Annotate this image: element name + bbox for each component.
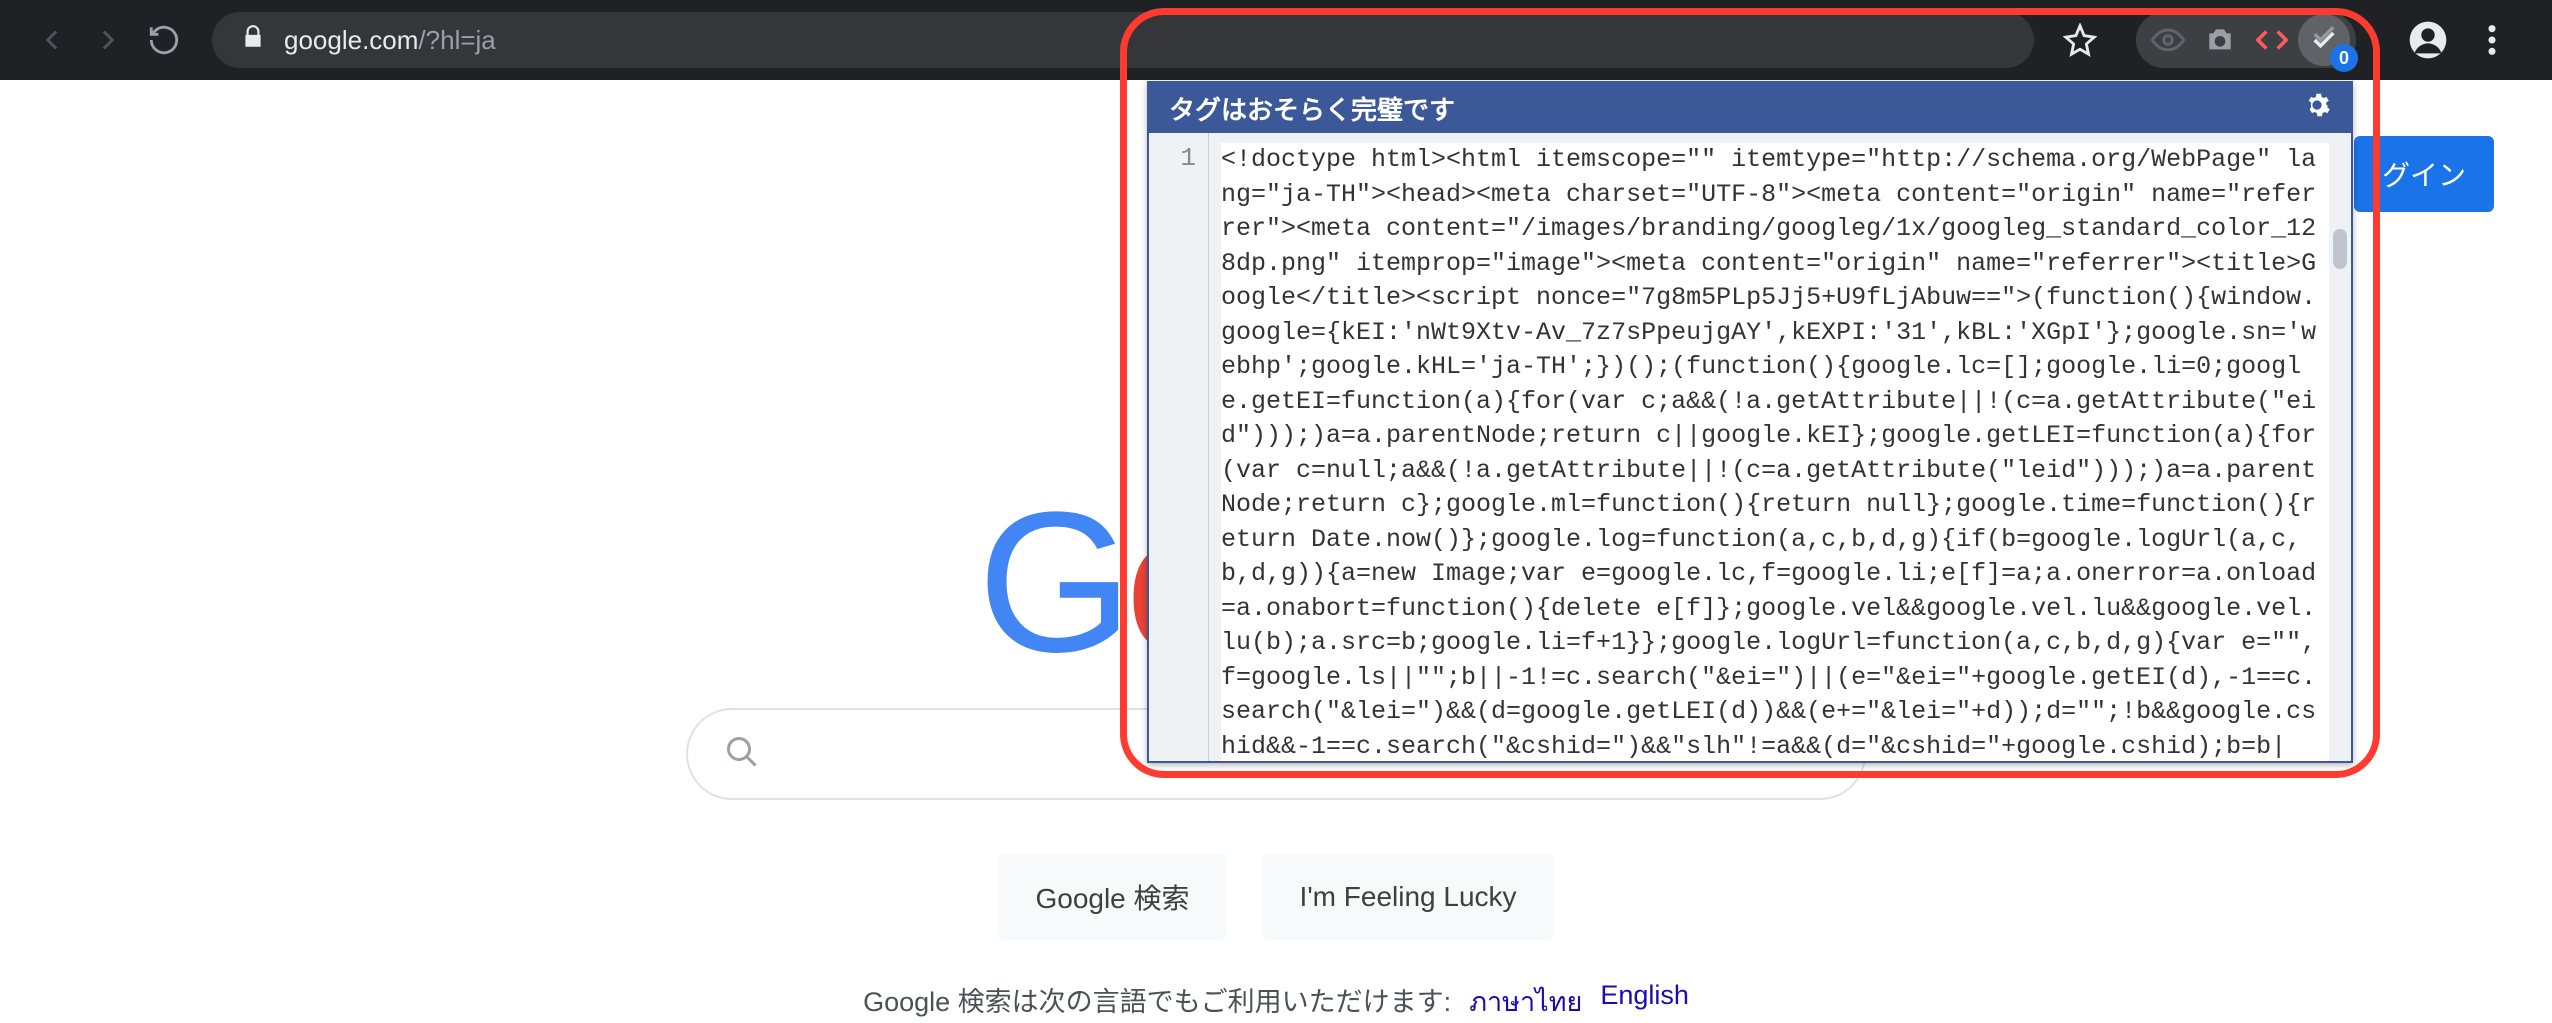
google-search-button[interactable]: Google 検索: [998, 854, 1226, 940]
language-prefix: Google 検索は次の言語でもご利用いただけます:: [863, 980, 1451, 1023]
forward-button[interactable]: [80, 12, 136, 68]
gear-icon[interactable]: [2303, 91, 2331, 126]
line-number: 1: [1149, 143, 1196, 173]
tag-validator-panel: タグはおそらく完璧です 1 <!doctype html><html items…: [1147, 81, 2353, 763]
url-host: google.com: [284, 25, 418, 56]
reload-button[interactable]: [136, 12, 192, 68]
language-link-english[interactable]: English: [1600, 980, 1689, 1023]
search-icon: [724, 734, 760, 775]
panel-body: 1 <!doctype html><html itemscope="" item…: [1149, 133, 2351, 761]
url-path: /?hl=ja: [418, 25, 495, 56]
profile-icon[interactable]: [2402, 14, 2454, 66]
search-buttons: Google 検索 I'm Feeling Lucky: [998, 854, 1553, 940]
feeling-lucky-button[interactable]: I'm Feeling Lucky: [1263, 854, 1554, 940]
panel-title: タグはおそらく完璧です: [1169, 90, 1455, 127]
menu-icon[interactable]: [2466, 14, 2518, 66]
panel-header: タグはおそらく完璧です: [1149, 83, 2351, 133]
lock-icon: [240, 24, 266, 57]
language-row: Google 検索は次の言語でもご利用いただけます: ภาษาไทย Engli…: [863, 980, 1689, 1023]
language-link-thai[interactable]: ภาษาไทย: [1469, 980, 1582, 1023]
line-gutter: 1: [1149, 133, 1209, 761]
scrollbar-thumb[interactable]: [2333, 229, 2347, 269]
back-button[interactable]: [24, 12, 80, 68]
code-area[interactable]: <!doctype html><html itemscope="" itemty…: [1209, 133, 2351, 761]
code-text: <!doctype html><html itemscope="" itemty…: [1221, 143, 2329, 761]
highlight-annotation: タグはおそらく完璧です 1 <!doctype html><html items…: [1120, 8, 2380, 778]
